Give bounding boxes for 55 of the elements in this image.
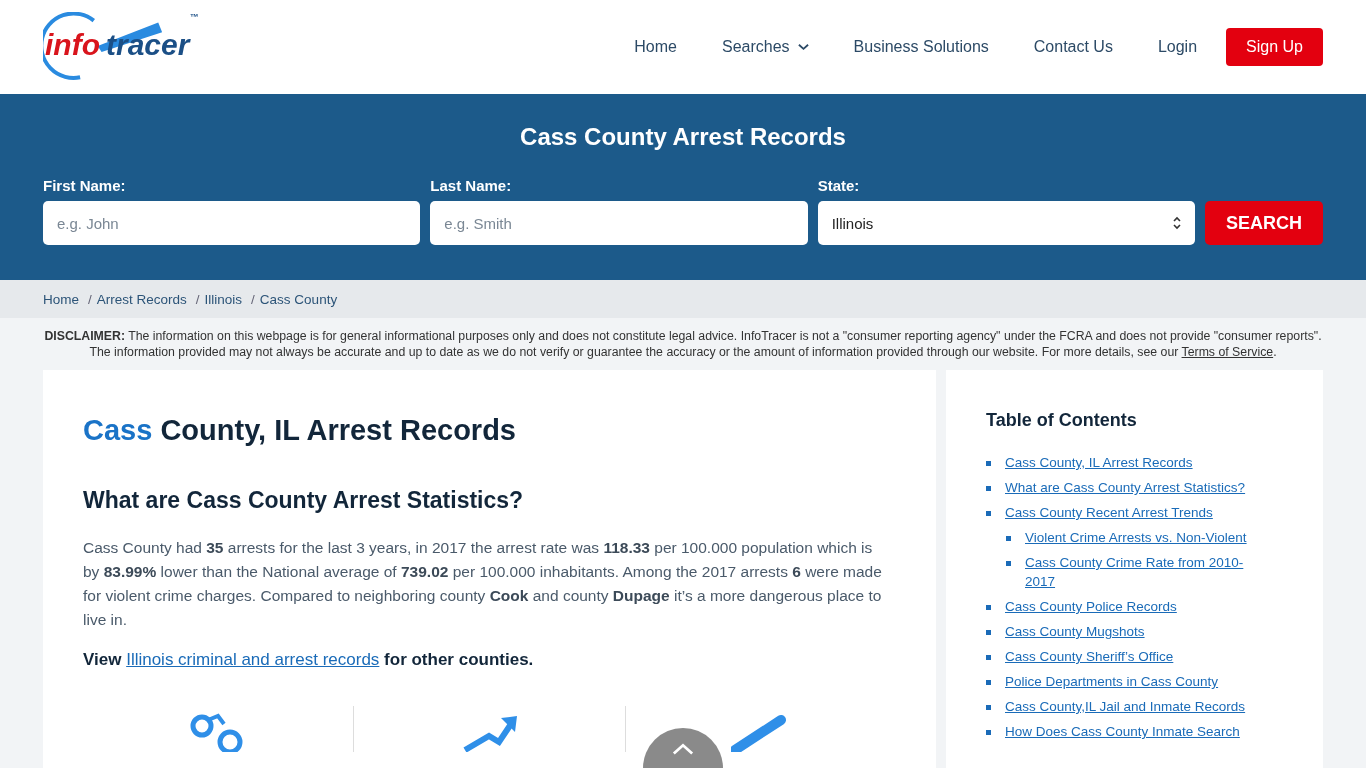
sign-up-button[interactable]: Sign Up <box>1226 28 1323 66</box>
toc-link[interactable]: Cass County Recent Arrest Trends <box>1005 503 1213 522</box>
up-down-icon <box>1173 216 1181 230</box>
nav-link[interactable]: Contact Us <box>1033 38 1113 56</box>
bullet-icon <box>986 630 991 635</box>
toc-link[interactable]: Violent Crime Arrests vs. Non-Violent <box>1025 528 1247 547</box>
terms-link[interactable]: Terms of Service <box>1181 345 1274 359</box>
page-title: Cass County Arrest Records <box>519 122 847 151</box>
state-select[interactable]: Illinois <box>817 201 1195 245</box>
field-label: First Name: <box>43 177 127 194</box>
toc-link[interactable]: Police Departments in Cass County <box>1005 672 1219 691</box>
article-title: Cass County, IL Arrest Records <box>83 414 517 447</box>
records-link[interactable]: Illinois criminal and arrest records <box>126 650 380 669</box>
toc-link[interactable]: Cass County Crime Rate from 2010-2017 <box>1025 553 1263 591</box>
breadcrumb-separator: / <box>195 291 200 307</box>
breadcrumb-separator: / <box>88 291 92 307</box>
breadcrumb-link[interactable]: Arrest Records <box>96 291 187 307</box>
nav-link[interactable]: Business Solutions <box>853 38 989 56</box>
toc-link[interactable]: Cass County Mugshots <box>1005 622 1145 641</box>
nav-link[interactable]: Home <box>634 38 677 56</box>
bullet-icon <box>986 680 991 685</box>
input-field[interactable]: e.g. John <box>43 201 421 245</box>
toc-link[interactable]: Cass County Police Records <box>1005 597 1177 616</box>
bullet-icon <box>986 461 991 466</box>
paragraph: Cass County had 35 arrests for the last 3 years, in 2017 the arrest rate was 118.33 per 100.000 population which is by 83.99% lower than the National average of 739.02 per 100.000 inhabitants. Among the 2017 arrests 6 were made for violent crime charges. Compared to neighboring county Cook and county Dupage it’s a more dangerous place to live in. <box>83 538 883 630</box>
toc-link[interactable]: How Does Cass County Inmate Search <box>1005 722 1240 741</box>
toc-link[interactable]: Cass County, IL Arrest Records <box>1005 453 1193 472</box>
input-field[interactable]: e.g. Smith <box>430 201 808 245</box>
breadcrumb-link[interactable]: Home <box>43 291 79 307</box>
nav-dropdown[interactable]: Searches <box>722 38 809 56</box>
bullet-icon <box>986 730 991 735</box>
toc-link[interactable]: What are Cass County Arrest Statistics? <box>1005 478 1246 497</box>
toc-link[interactable]: Cass County Sheriff’s Office <box>1005 647 1174 666</box>
section-heading: What are Cass County Arrest Statistics? <box>83 487 525 514</box>
bullet-icon <box>986 605 991 610</box>
toc-link[interactable]: Cass County,IL Jail and Inmate Records <box>1005 697 1246 716</box>
chevron-down-icon <box>797 43 809 51</box>
field-label: Last Name: <box>430 177 513 194</box>
bullet-icon <box>986 486 991 491</box>
nav-link[interactable]: Login <box>1157 38 1198 56</box>
view-sentence: View Illinois criminal and arrest records for other counties. <box>83 650 535 670</box>
bullet-icon <box>1006 536 1011 541</box>
breadcrumb-link[interactable]: Cass County <box>259 291 338 307</box>
toc-title: Table of Contents <box>986 410 1138 431</box>
infotracer-logo[interactable]: info tracer ™ <box>43 12 209 82</box>
chevron-up-icon <box>672 742 694 756</box>
bullet-icon <box>1006 561 1011 566</box>
search-button[interactable]: SEARCH <box>1205 201 1323 245</box>
bullet-icon <box>986 655 991 660</box>
disclaimer-text: DISCLAIMER: The information on this webpage is for general informational purposes only and does not constitute legal advice. InfoTracer is not a "consumer reporting agency" under the FCRA and does not provide "consumer reports". The information provided may not always be accurate and up to date as we do not verify or guarantee the accuracy or the amount of information provided through our website. For more details, see our Terms of Service. <box>43 328 1323 361</box>
breadcrumb-link[interactable]: Illinois <box>204 291 243 307</box>
field-label: State: <box>817 177 861 194</box>
bullet-icon <box>986 511 991 516</box>
bullet-icon <box>986 705 991 710</box>
breadcrumb-separator: / <box>251 291 255 307</box>
